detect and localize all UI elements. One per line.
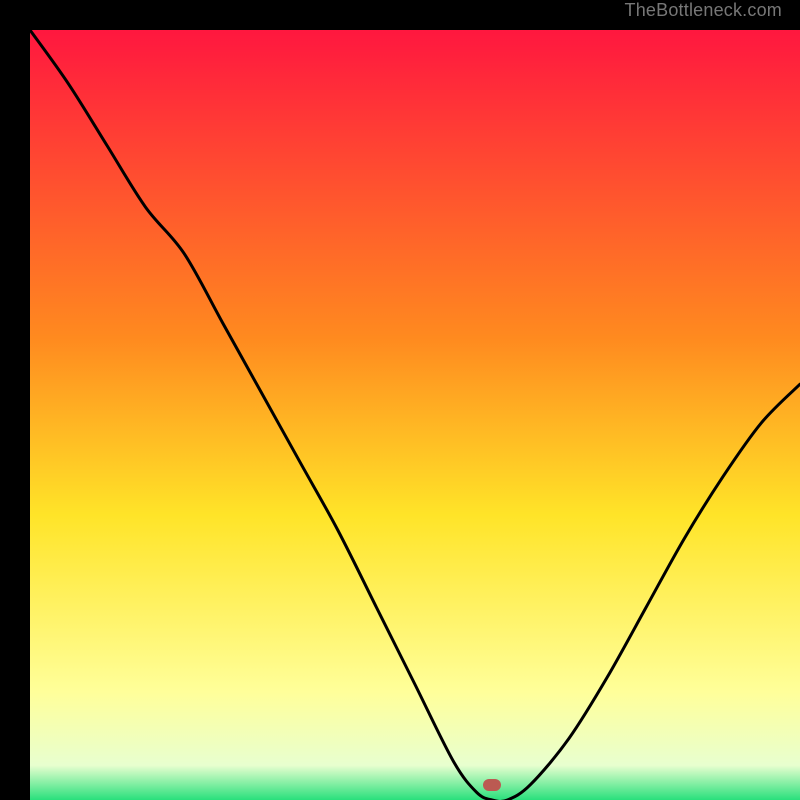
chart-frame — [15, 15, 785, 785]
optimal-point-marker — [483, 779, 501, 791]
bottleneck-chart — [30, 30, 800, 800]
watermark-text: TheBottleneck.com — [625, 0, 782, 21]
